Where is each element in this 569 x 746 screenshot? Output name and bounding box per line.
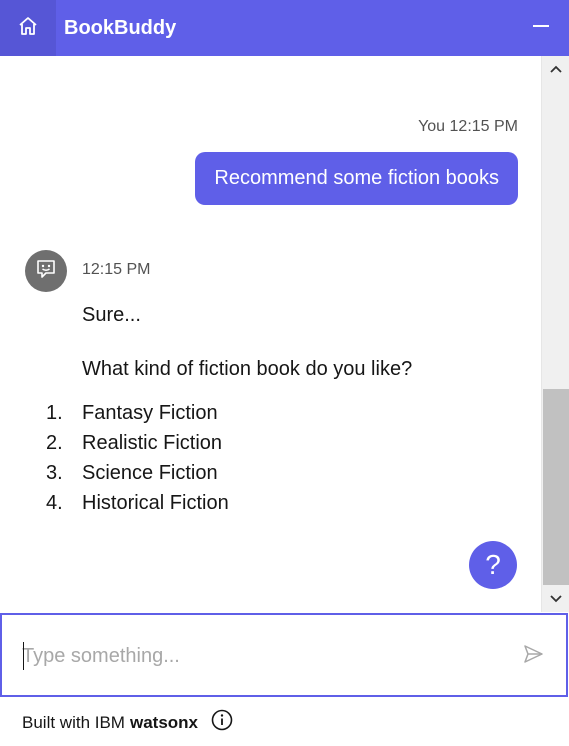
footer-prefix: Built with IBM	[22, 712, 125, 732]
text-caret	[23, 642, 24, 670]
option-label: Science Fiction	[82, 461, 218, 484]
option-label: Realistic Fiction	[82, 431, 223, 454]
user-message-text: Recommend some fiction books	[214, 167, 499, 189]
option-number: 2.	[46, 431, 63, 454]
user-message-bubble: Recommend some fiction books	[195, 152, 518, 205]
info-icon	[211, 709, 233, 736]
info-button[interactable]	[211, 709, 233, 736]
bot-message-line: Sure...	[82, 304, 141, 326]
footer-brand: watsonx	[129, 712, 199, 732]
message-input[interactable]	[22, 641, 492, 671]
chat-scrollbar[interactable]	[541, 56, 569, 612]
bot-face-icon	[34, 257, 58, 286]
option-historical-fiction[interactable]: 4. Historical Fiction	[46, 488, 229, 518]
chevron-up-icon	[549, 61, 563, 79]
footer: Built with IBM watsonx	[0, 699, 569, 746]
option-list: 1. Fantasy Fiction 2. Realistic Fiction …	[46, 398, 229, 518]
minimize-button[interactable]	[527, 14, 555, 42]
option-label: Fantasy Fiction	[82, 401, 218, 424]
option-realistic-fiction[interactable]: 2. Realistic Fiction	[46, 428, 229, 458]
option-fantasy-fiction[interactable]: 1. Fantasy Fiction	[46, 398, 229, 428]
chevron-down-icon	[549, 591, 563, 609]
user-message-time: 12:15 PM	[449, 118, 518, 135]
message-input-container	[0, 613, 568, 697]
user-sender-label: You	[418, 118, 446, 135]
scroll-up-button[interactable]	[542, 58, 569, 82]
scrollbar-thumb[interactable]	[543, 389, 569, 585]
scroll-down-button[interactable]	[542, 588, 569, 612]
send-button[interactable]	[520, 643, 546, 669]
chat-header: BookBuddy	[0, 0, 569, 56]
option-number: 1.	[46, 401, 63, 424]
option-science-fiction[interactable]: 3. Science Fiction	[46, 458, 229, 488]
option-number: 3.	[46, 461, 63, 484]
bot-message-time: 12:15 PM	[82, 261, 151, 278]
option-label: Historical Fiction	[82, 491, 229, 514]
chat-title: BookBuddy	[64, 16, 177, 39]
option-number: 4.	[46, 491, 63, 514]
bot-message-question: What kind of fiction book do you like?	[82, 358, 413, 380]
help-button[interactable]: ?	[469, 541, 517, 589]
minimize-icon	[532, 17, 550, 40]
home-button[interactable]	[0, 0, 56, 56]
home-icon	[17, 15, 39, 42]
user-message-meta: You 12:15 PM	[418, 118, 518, 136]
send-icon	[522, 643, 544, 670]
bot-avatar	[25, 250, 67, 292]
chat-transcript: You 12:15 PM Recommend some fiction book…	[0, 56, 541, 612]
